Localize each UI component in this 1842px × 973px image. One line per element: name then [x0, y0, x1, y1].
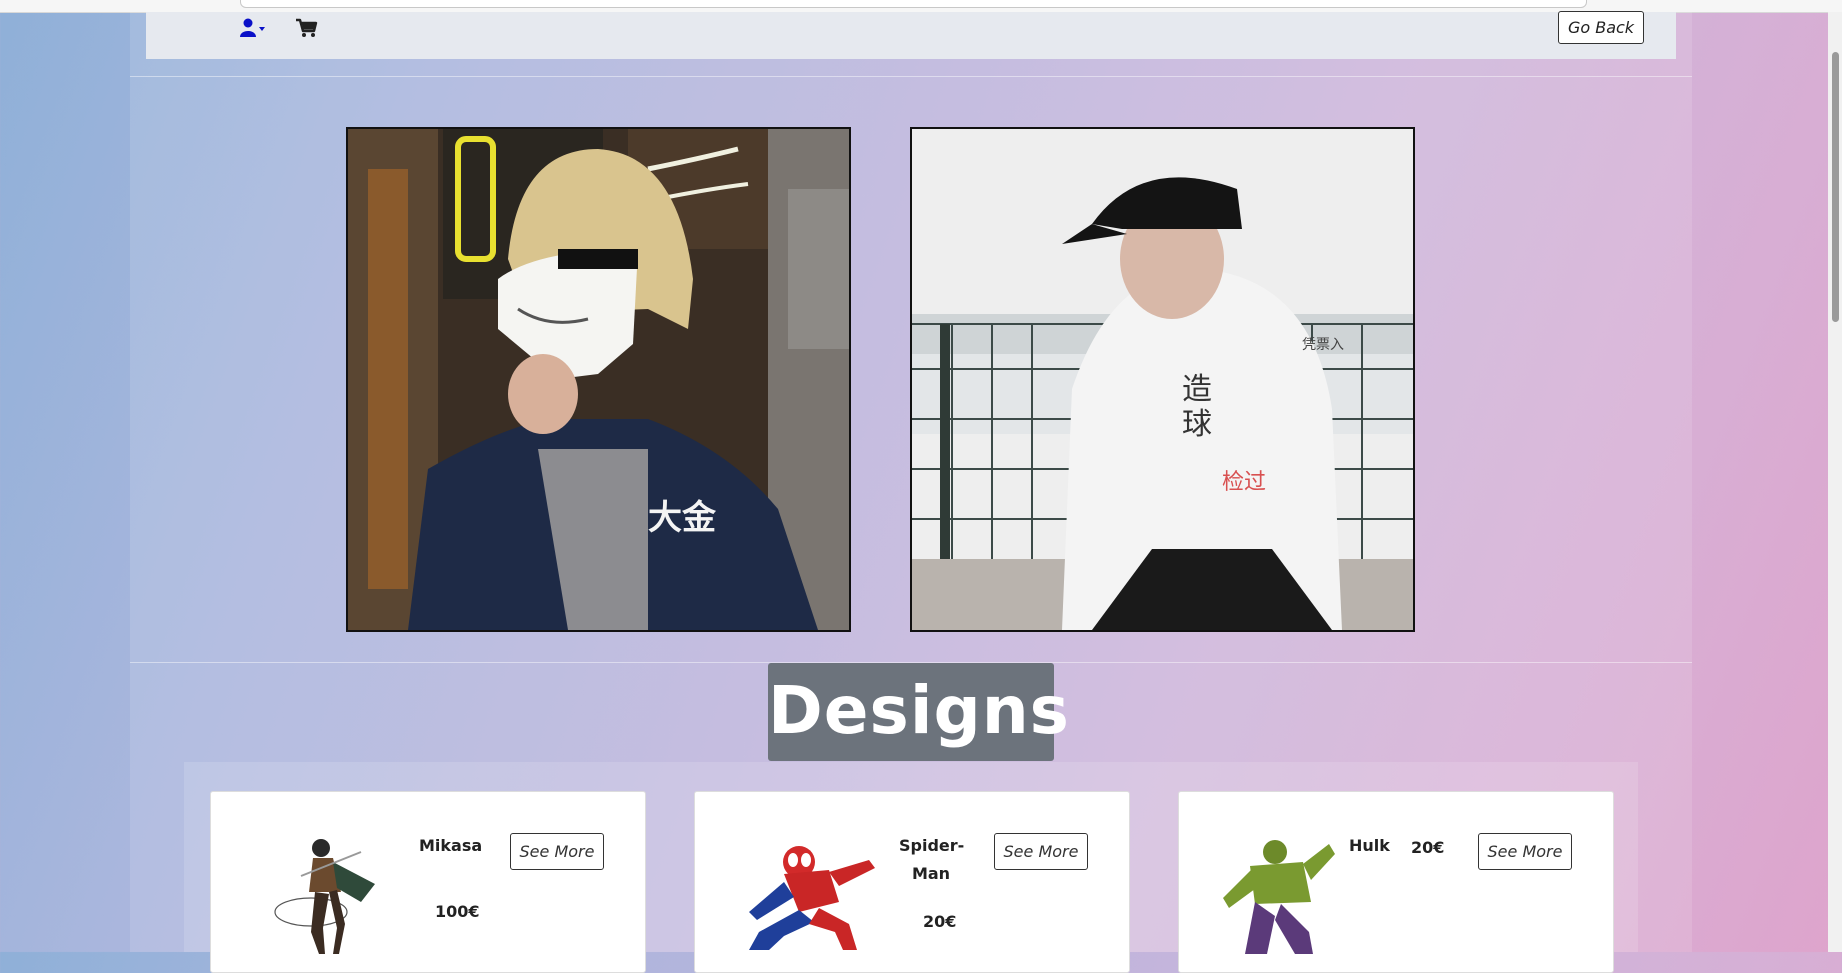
svg-text:大金: 大金 [648, 498, 717, 538]
card-name: Hulk [1349, 836, 1390, 855]
svg-text:凭票入: 凭票入 [1302, 337, 1344, 353]
card-price: 20€ [1411, 838, 1445, 857]
see-more-button[interactable]: See More [1478, 833, 1572, 870]
svg-text:造: 造 [1182, 372, 1212, 407]
spider-man-image [739, 832, 879, 954]
designs-heading: Designs [768, 663, 1069, 761]
svg-text:检过: 检过 [1222, 470, 1266, 495]
card-price: 20€ [923, 912, 957, 931]
go-back-button[interactable]: Go Back [1558, 11, 1644, 44]
gallery-image-2: 造 球 凭票入 检过 [910, 127, 1415, 632]
section-divider [130, 76, 1692, 77]
see-more-button[interactable]: See More [994, 833, 1088, 870]
user-dropdown-icon[interactable] [240, 18, 268, 38]
navbar [146, 12, 1676, 59]
mikasa-image [271, 832, 381, 954]
scrollbar-thumb[interactable] [1832, 52, 1839, 322]
browser-url-bar[interactable] [240, 0, 1587, 8]
card-price: 100€ [435, 902, 480, 921]
card-name: Mikasa [419, 836, 483, 855]
card-name: Spider- Man [899, 832, 965, 888]
hulk-image [1215, 832, 1335, 954]
shopping-cart-icon[interactable] [296, 18, 318, 38]
gallery-image-1: 大金 [346, 127, 851, 632]
card-name-line-2: Man [911, 864, 951, 883]
design-card-spider-man: Spider- Man 20€ See More [694, 791, 1130, 973]
card-name-line-1: Spider- [899, 836, 965, 855]
see-more-button[interactable]: See More [510, 833, 604, 870]
design-card-hulk: Hulk 20€ See More [1178, 791, 1614, 973]
svg-text:球: 球 [1182, 407, 1212, 442]
design-card-mikasa: Mikasa 100€ See More [210, 791, 646, 973]
